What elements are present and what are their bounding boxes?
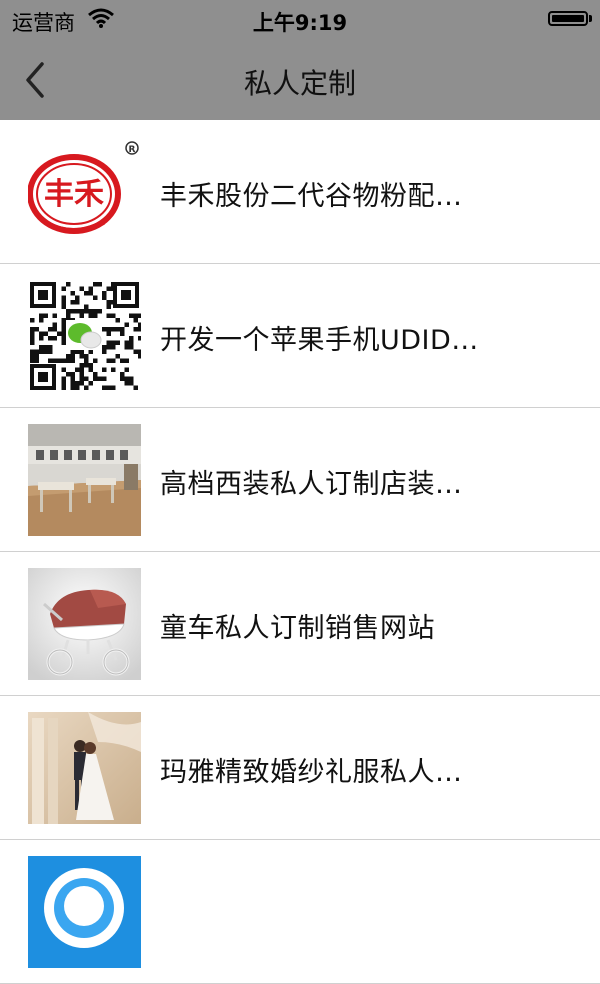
list-item-title: 高档西装私人订制店装… bbox=[160, 469, 463, 500]
baby-stroller-image bbox=[28, 568, 141, 680]
list-item-title: 童车私人订制销售网站 bbox=[160, 613, 435, 644]
status-bar: 运营商 上午9:19 bbox=[0, 0, 600, 40]
list-item[interactable] bbox=[0, 840, 600, 984]
battery-icon bbox=[548, 11, 588, 26]
svg-text:R: R bbox=[129, 145, 136, 155]
list-item-title: 丰禾股份二代谷物粉配… bbox=[160, 181, 463, 212]
custom-list: 丰禾 R 丰禾股份二代谷物粉配… 开发一个苹果手机UDID… 高档西装私人订制店… bbox=[0, 120, 600, 984]
fenghe-logo-image: 丰禾 R bbox=[28, 136, 141, 248]
list-item[interactable]: 玛雅精致婚纱礼服私人… bbox=[0, 696, 600, 840]
list-item[interactable]: 丰禾 R 丰禾股份二代谷物粉配… bbox=[0, 120, 600, 264]
store-interior-image bbox=[28, 424, 141, 536]
wedding-photo-image bbox=[28, 712, 141, 824]
list-item-title: 玛雅精致婚纱礼服私人… bbox=[160, 757, 463, 788]
list-item[interactable]: 高档西装私人订制店装… bbox=[0, 408, 600, 552]
battery-cap bbox=[589, 15, 592, 22]
nav-bar: 私人定制 bbox=[0, 40, 600, 120]
list-item-title: 开发一个苹果手机UDID… bbox=[160, 325, 479, 356]
logo-text: 丰禾 bbox=[44, 177, 104, 212]
qr-code-image bbox=[28, 280, 141, 392]
page-title: 私人定制 bbox=[243, 67, 356, 100]
status-time: 上午9:19 bbox=[252, 11, 348, 35]
mascot-image bbox=[28, 856, 141, 968]
list-item[interactable]: 开发一个苹果手机UDID… bbox=[0, 264, 600, 408]
list-item[interactable]: 童车私人订制销售网站 bbox=[0, 552, 600, 696]
header: 运营商 上午9:19 私人定制 bbox=[0, 0, 600, 120]
